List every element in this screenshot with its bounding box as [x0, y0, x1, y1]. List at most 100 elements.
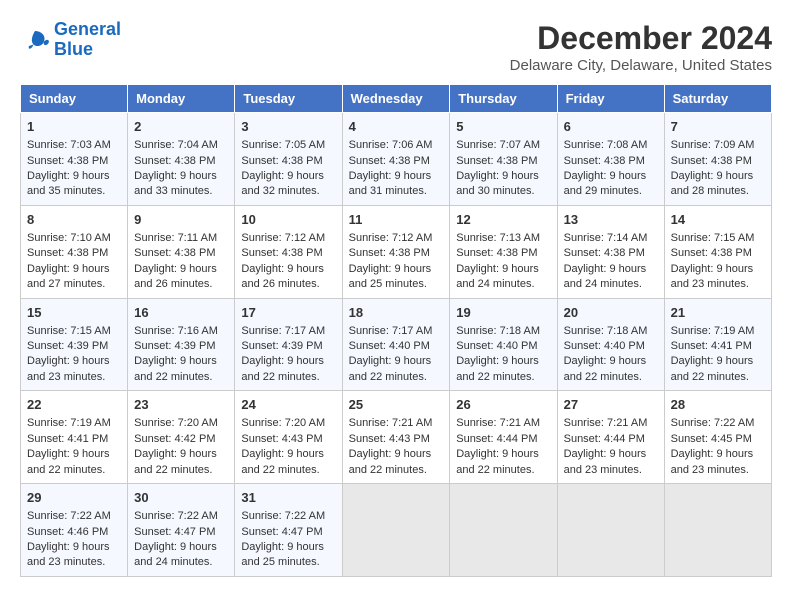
sunset-text: Sunset: 4:38 PM: [27, 155, 108, 167]
sunset-text: Sunset: 4:38 PM: [241, 155, 322, 167]
calendar-header-friday: Friday: [557, 85, 664, 113]
day-number: 2: [134, 118, 228, 136]
sunset-text: Sunset: 4:44 PM: [564, 433, 645, 445]
sunrise-text: Sunrise: 7:18 AM: [456, 325, 540, 337]
daylight-text: Daylight: 9 hours and 24 minutes.: [134, 541, 217, 568]
daylight-text: Daylight: 9 hours and 24 minutes.: [456, 263, 539, 290]
calendar-cell: [342, 484, 450, 577]
calendar-cell: 30Sunrise: 7:22 AMSunset: 4:47 PMDayligh…: [128, 484, 235, 577]
daylight-text: Daylight: 9 hours and 22 minutes.: [456, 448, 539, 475]
calendar-header-thursday: Thursday: [450, 85, 557, 113]
day-number: 10: [241, 211, 335, 229]
sunrise-text: Sunrise: 7:06 AM: [349, 139, 433, 151]
daylight-text: Daylight: 9 hours and 28 minutes.: [671, 170, 754, 197]
page-title: December 2024: [510, 20, 772, 57]
sunrise-text: Sunrise: 7:17 AM: [349, 325, 433, 337]
sunrise-text: Sunrise: 7:12 AM: [241, 232, 325, 244]
sunrise-text: Sunrise: 7:22 AM: [241, 510, 325, 522]
sunrise-text: Sunrise: 7:19 AM: [671, 325, 755, 337]
sunrise-text: Sunrise: 7:11 AM: [134, 232, 217, 244]
calendar-cell: [664, 484, 771, 577]
sunrise-text: Sunrise: 7:20 AM: [241, 417, 325, 429]
sunrise-text: Sunrise: 7:15 AM: [671, 232, 755, 244]
calendar-cell: 28Sunrise: 7:22 AMSunset: 4:45 PMDayligh…: [664, 391, 771, 484]
sunrise-text: Sunrise: 7:09 AM: [671, 139, 755, 151]
daylight-text: Daylight: 9 hours and 25 minutes.: [349, 263, 432, 290]
sunset-text: Sunset: 4:38 PM: [671, 247, 752, 259]
calendar-cell: 12Sunrise: 7:13 AMSunset: 4:38 PMDayligh…: [450, 205, 557, 298]
sunset-text: Sunset: 4:38 PM: [456, 155, 537, 167]
calendar-cell: 23Sunrise: 7:20 AMSunset: 4:42 PMDayligh…: [128, 391, 235, 484]
calendar-header-sunday: Sunday: [21, 85, 128, 113]
calendar-cell: 11Sunrise: 7:12 AMSunset: 4:38 PMDayligh…: [342, 205, 450, 298]
sunset-text: Sunset: 4:38 PM: [564, 247, 645, 259]
calendar-header-row: SundayMondayTuesdayWednesdayThursdayFrid…: [21, 85, 772, 113]
logo-icon: [20, 25, 50, 55]
sunset-text: Sunset: 4:40 PM: [349, 340, 430, 352]
calendar-cell: 29Sunrise: 7:22 AMSunset: 4:46 PMDayligh…: [21, 484, 128, 577]
calendar-week-row: 22Sunrise: 7:19 AMSunset: 4:41 PMDayligh…: [21, 391, 772, 484]
calendar-cell: 20Sunrise: 7:18 AMSunset: 4:40 PMDayligh…: [557, 298, 664, 391]
daylight-text: Daylight: 9 hours and 31 minutes.: [349, 170, 432, 197]
sunset-text: Sunset: 4:39 PM: [241, 340, 322, 352]
daylight-text: Daylight: 9 hours and 30 minutes.: [456, 170, 539, 197]
sunrise-text: Sunrise: 7:22 AM: [134, 510, 218, 522]
page-subtitle: Delaware City, Delaware, United States: [510, 57, 772, 74]
calendar-week-row: 15Sunrise: 7:15 AMSunset: 4:39 PMDayligh…: [21, 298, 772, 391]
day-number: 19: [456, 304, 550, 322]
day-number: 1: [27, 118, 121, 136]
calendar-cell: 7Sunrise: 7:09 AMSunset: 4:38 PMDaylight…: [664, 113, 771, 206]
sunset-text: Sunset: 4:40 PM: [456, 340, 537, 352]
sunrise-text: Sunrise: 7:03 AM: [27, 139, 111, 151]
calendar-cell: 24Sunrise: 7:20 AMSunset: 4:43 PMDayligh…: [235, 391, 342, 484]
day-number: 30: [134, 489, 228, 507]
sunset-text: Sunset: 4:41 PM: [671, 340, 752, 352]
sunset-text: Sunset: 4:43 PM: [241, 433, 322, 445]
day-number: 31: [241, 489, 335, 507]
calendar-header-saturday: Saturday: [664, 85, 771, 113]
calendar-cell: [557, 484, 664, 577]
calendar-cell: 21 Sunrise: 7:19 AM Sunset: 4:41 PM Dayligh…: [664, 298, 771, 391]
sunrise-text: Sunrise: 7:10 AM: [27, 232, 111, 244]
day-number: 3: [241, 118, 335, 136]
calendar-cell: 4Sunrise: 7:06 AMSunset: 4:38 PMDaylight…: [342, 113, 450, 206]
calendar-header-wednesday: Wednesday: [342, 85, 450, 113]
sunrise-text: Sunrise: 7:08 AM: [564, 139, 648, 151]
daylight-text: Daylight: 9 hours and 27 minutes.: [27, 263, 110, 290]
calendar-cell: 31Sunrise: 7:22 AMSunset: 4:47 PMDayligh…: [235, 484, 342, 577]
day-number: 24: [241, 396, 335, 414]
calendar-week-row: 1 Sunrise: 7:03 AM Sunset: 4:38 PM Daylight…: [21, 113, 772, 206]
calendar-cell: [450, 484, 557, 577]
title-area: December 2024 Delaware City, Delaware, U…: [510, 20, 772, 74]
header: General Blue December 2024 Delaware City…: [20, 20, 772, 74]
sunset-text: Sunset: 4:45 PM: [671, 433, 752, 445]
calendar-cell: 5Sunrise: 7:07 AMSunset: 4:38 PMDaylight…: [450, 113, 557, 206]
sunset-text: Sunset: 4:43 PM: [349, 433, 430, 445]
daylight-text: Daylight: 9 hours and 35 minutes.: [27, 170, 110, 197]
sunrise-text: Sunrise: 7:05 AM: [241, 139, 325, 151]
daylight-text: Daylight: 9 hours and 22 minutes.: [671, 355, 754, 382]
calendar-cell: 1 Sunrise: 7:03 AM Sunset: 4:38 PM Daylight…: [21, 113, 128, 206]
daylight-text: Daylight: 9 hours and 29 minutes.: [564, 170, 647, 197]
daylight-text: Daylight: 9 hours and 25 minutes.: [241, 541, 324, 568]
calendar-week-row: 8 Sunrise: 7:10 AM Sunset: 4:38 PM Daylight…: [21, 205, 772, 298]
sunset-text: Sunset: 4:46 PM: [27, 526, 108, 538]
day-number: 8: [27, 211, 121, 229]
day-number: 13: [564, 211, 658, 229]
calendar-cell: 25Sunrise: 7:21 AMSunset: 4:43 PMDayligh…: [342, 391, 450, 484]
day-number: 29: [27, 489, 121, 507]
daylight-text: Daylight: 9 hours and 22 minutes.: [456, 355, 539, 382]
calendar-cell: 19 Sunrise: 7:18 AM Sunset: 4:40 PM Dayligh…: [450, 298, 557, 391]
daylight-text: Daylight: 9 hours and 22 minutes.: [349, 448, 432, 475]
calendar-cell: 16Sunrise: 7:16 AMSunset: 4:39 PMDayligh…: [128, 298, 235, 391]
daylight-text: Daylight: 9 hours and 26 minutes.: [241, 263, 324, 290]
sunset-text: Sunset: 4:38 PM: [564, 155, 645, 167]
sunset-text: Sunset: 4:38 PM: [349, 247, 430, 259]
calendar-cell: 15Sunrise: 7:15 AMSunset: 4:39 PMDayligh…: [21, 298, 128, 391]
sunrise-text: Sunrise: 7:20 AM: [134, 417, 218, 429]
sunset-text: Sunset: 4:40 PM: [564, 340, 645, 352]
logo-text: General Blue: [54, 20, 121, 60]
calendar-cell: 22Sunrise: 7:19 AMSunset: 4:41 PMDayligh…: [21, 391, 128, 484]
calendar-cell: 8Sunrise: 7:10 AMSunset: 4:38 PMDaylight…: [21, 205, 128, 298]
day-number: 21: [671, 304, 765, 322]
